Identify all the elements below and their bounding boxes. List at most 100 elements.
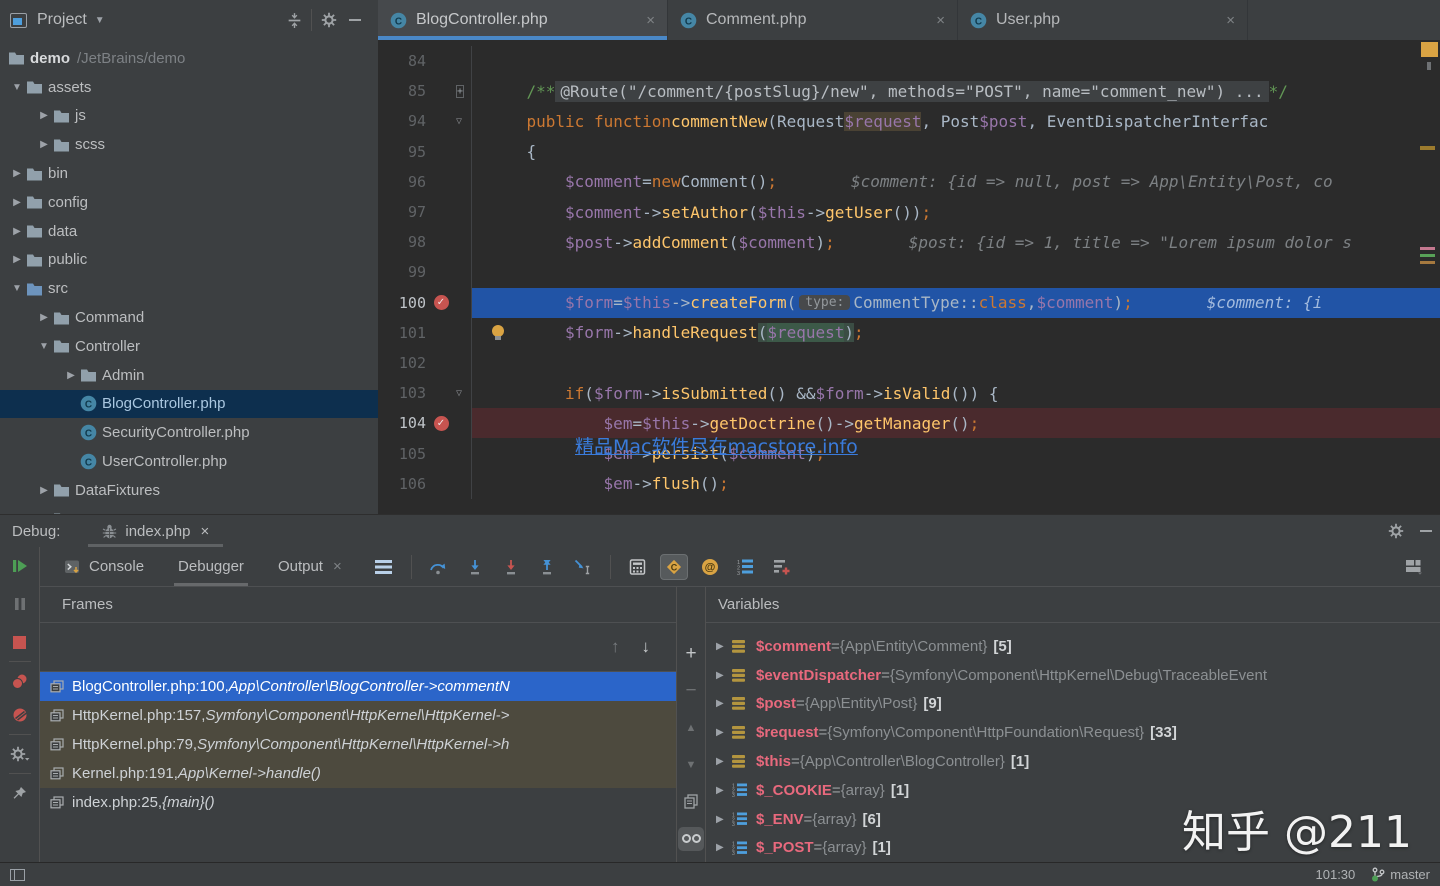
chevron-down-icon[interactable]: ▼: [95, 15, 105, 26]
intention-bulb-icon[interactable]: [492, 325, 504, 337]
tree-item-assets[interactable]: ▼assets: [0, 73, 378, 102]
chevron-right-icon[interactable]: ▶: [8, 254, 26, 265]
gutter[interactable]: 99: [378, 257, 472, 287]
php-console-button[interactable]: C: [660, 554, 688, 580]
tree-item-Controller[interactable]: ▼Controller: [0, 332, 378, 361]
tree-item-bin[interactable]: ▶bin: [0, 159, 378, 188]
tree-item-demo[interactable]: demo/JetBrains/demo: [0, 44, 378, 73]
inspection-indicator[interactable]: [1421, 42, 1438, 57]
step-over-button[interactable]: [425, 554, 453, 580]
debug-settings-button[interactable]: [6, 741, 34, 767]
close-icon[interactable]: ×: [936, 12, 945, 29]
next-frame-button[interactable]: ↓: [642, 637, 651, 657]
fold-down-icon[interactable]: ▽: [456, 116, 471, 127]
mute-breakpoints-button[interactable]: [6, 702, 34, 728]
chevron-down-icon[interactable]: ▼: [35, 341, 53, 352]
gutter[interactable]: 103▽: [378, 378, 472, 408]
chevron-right-icon[interactable]: ▶: [35, 485, 53, 496]
gutter[interactable]: 94▽: [378, 106, 472, 136]
editor-tab-BlogController-php[interactable]: CBlogController.php×: [378, 0, 668, 40]
step-out-button[interactable]: [533, 554, 561, 580]
variable-row[interactable]: ▶$request = {Symfony\Component\HttpFound…: [706, 718, 1440, 747]
gutter[interactable]: 101: [378, 318, 472, 348]
hide-debug-button[interactable]: [1420, 530, 1432, 532]
chevron-right-icon[interactable]: ▶: [35, 110, 53, 121]
tree-item-SecurityController.php[interactable]: CSecurityController.php: [0, 418, 378, 447]
chevron-right-icon[interactable]: ▶: [62, 370, 80, 381]
variable-row[interactable]: ▶$post = {App\Entity\Post}[9]: [706, 690, 1440, 719]
variable-row[interactable]: ▶$eventDispatcher = {Symfony\Component\H…: [706, 661, 1440, 690]
run-to-cursor-button[interactable]: [569, 554, 597, 580]
chevron-right-icon[interactable]: ▶: [716, 641, 732, 652]
stack-frame-row[interactable]: index.php:25, {main}(): [40, 788, 676, 817]
editor-tab-User-php[interactable]: CUser.php×: [958, 0, 1248, 40]
gutter[interactable]: 102: [378, 348, 472, 378]
gutter[interactable]: 100✓: [378, 288, 472, 318]
tree-item-src[interactable]: ▼src: [0, 274, 378, 303]
hide-toolwindow-button[interactable]: [342, 7, 368, 33]
tab-output[interactable]: Output ×: [268, 547, 352, 586]
tree-item-config[interactable]: ▶config: [0, 188, 378, 217]
view-breakpoints-button[interactable]: [6, 668, 34, 694]
chevron-right-icon[interactable]: ▶: [716, 785, 732, 796]
add-watch-button[interactable]: +: [677, 635, 705, 672]
evaluate-expression-button[interactable]: [624, 554, 652, 580]
threads-view-button[interactable]: [370, 554, 398, 580]
caret-position[interactable]: 101:30: [1316, 867, 1356, 882]
chevron-right-icon[interactable]: ▶: [35, 139, 53, 150]
fold-plus-icon[interactable]: +: [456, 86, 471, 97]
project-toolwindow-icon[interactable]: [10, 13, 27, 28]
new-watch-button[interactable]: [768, 554, 796, 580]
toolwindow-toggle-icon[interactable]: [10, 869, 25, 881]
tree-item-data[interactable]: ▶data: [0, 217, 378, 246]
gutter[interactable]: 106: [378, 469, 472, 499]
gutter[interactable]: 95: [378, 137, 472, 167]
stack-frame-row[interactable]: HttpKernel.php:79, Symfony\Component\Htt…: [40, 730, 676, 759]
move-down-button[interactable]: ▼: [677, 746, 705, 783]
chevron-right-icon[interactable]: ▶: [8, 226, 26, 237]
collapse-all-button[interactable]: [281, 7, 307, 33]
fold-down-icon[interactable]: ▽: [456, 388, 471, 399]
chevron-down-icon[interactable]: ▼: [8, 82, 26, 93]
resume-button[interactable]: [6, 553, 34, 579]
chevron-down-icon[interactable]: ▼: [8, 283, 26, 294]
chevron-right-icon[interactable]: ▶: [716, 670, 732, 681]
tree-item-clipped[interactable]: ▶: [0, 505, 378, 514]
tree-item-js[interactable]: ▶js: [0, 102, 378, 131]
debug-session-tab[interactable]: index.php ×: [88, 515, 223, 547]
variable-row[interactable]: ▶$this = {App\Controller\BlogController}…: [706, 747, 1440, 776]
layout-settings-button[interactable]: [1400, 554, 1428, 580]
previous-frame-button[interactable]: ↑: [611, 637, 620, 657]
show-watches-button[interactable]: [677, 820, 705, 857]
breakpoint-icon[interactable]: ✓: [434, 295, 449, 310]
chevron-right-icon[interactable]: ▶: [716, 756, 732, 767]
close-icon[interactable]: ×: [646, 12, 655, 29]
show-values-inline-button[interactable]: 123: [732, 554, 760, 580]
git-branch-widget[interactable]: master: [1371, 867, 1430, 882]
close-icon[interactable]: ×: [333, 558, 342, 575]
tab-debugger[interactable]: Debugger: [168, 547, 254, 586]
close-icon[interactable]: ×: [1226, 12, 1235, 29]
chevron-right-icon[interactable]: ▶: [8, 197, 26, 208]
breakpoint-icon[interactable]: ✓: [426, 416, 456, 431]
gutter[interactable]: 96: [378, 167, 472, 197]
gear-icon[interactable]: [1388, 523, 1404, 539]
gutter[interactable]: 85+: [378, 76, 472, 106]
breakpoint-icon[interactable]: ✓: [426, 295, 456, 310]
chevron-right-icon[interactable]: ▶: [716, 727, 732, 738]
force-step-into-button[interactable]: [497, 554, 525, 580]
fold-expand-icon[interactable]: +: [456, 85, 464, 98]
gutter[interactable]: 104✓: [378, 408, 472, 438]
chevron-right-icon[interactable]: ▶: [35, 312, 53, 323]
gutter[interactable]: 84: [378, 46, 472, 76]
gutter[interactable]: 105: [378, 438, 472, 468]
tab-console[interactable]: Console: [54, 547, 154, 586]
stack-frame-row[interactable]: HttpKernel.php:157, Symfony\Component\Ht…: [40, 701, 676, 730]
mail-at-button[interactable]: @: [696, 554, 724, 580]
tree-item-Admin[interactable]: ▶Admin: [0, 361, 378, 390]
tree-item-DataFixtures[interactable]: ▶DataFixtures: [0, 476, 378, 505]
variable-row[interactable]: ▶$comment = {App\Entity\Comment}[5]: [706, 632, 1440, 661]
chevron-right-icon[interactable]: ▶: [716, 842, 732, 853]
tree-item-UserController.php[interactable]: CUserController.php: [0, 447, 378, 476]
step-into-button[interactable]: [461, 554, 489, 580]
